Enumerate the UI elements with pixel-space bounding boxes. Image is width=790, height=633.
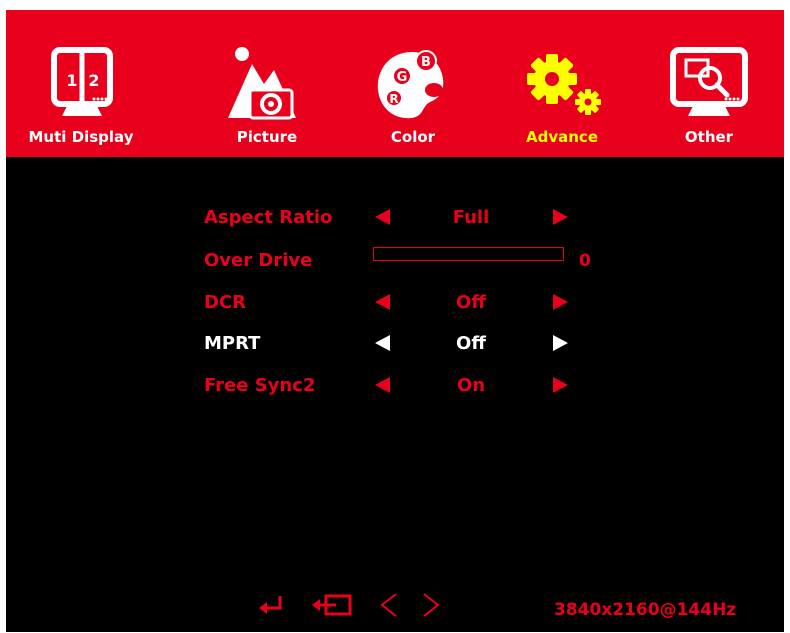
right-arrow-icon[interactable] [551, 329, 571, 359]
exit-icon[interactable] [310, 590, 356, 620]
setting-label: Aspect Ratio [204, 207, 333, 228]
color-palette-icon: B G R [377, 50, 444, 119]
left-arrow-icon[interactable] [372, 329, 392, 359]
tab-color[interactable]: B G R Color [338, 10, 488, 157]
setting-label: DCR [204, 292, 247, 313]
left-icon[interactable] [374, 590, 404, 620]
left-arrow-icon[interactable] [372, 371, 392, 401]
left-arrow-icon[interactable] [372, 288, 392, 318]
right-icon[interactable] [416, 590, 446, 620]
multi-display-icon: 1 2 [51, 47, 113, 116]
osd-menu: 1 2 Muti Display Picture B G R Color Adv… [6, 10, 784, 632]
tab-label: Color [390, 128, 436, 146]
tab-other[interactable]: Other [634, 10, 784, 157]
enter-icon[interactable] [256, 590, 286, 620]
tab-label: Picture [236, 128, 298, 146]
gears-icon [527, 54, 601, 115]
tab-multi-display[interactable]: 1 2 Muti Display [6, 10, 156, 157]
display-2-label: 2 [88, 71, 99, 90]
over-drive-slider[interactable] [373, 247, 564, 261]
right-arrow-icon[interactable] [551, 371, 571, 401]
right-arrow-icon[interactable] [551, 203, 571, 233]
resolution-status: 3840x2160@144Hz [554, 600, 737, 620]
picture-camera-icon [228, 47, 296, 120]
setting-value: On [456, 375, 486, 396]
blue-label: B [421, 55, 431, 70]
setting-label: MPRT [204, 333, 261, 354]
setting-mprt[interactable]: MPRT Off [6, 329, 784, 359]
setting-value: Full [452, 207, 490, 228]
tab-advance[interactable]: Advance [487, 10, 637, 157]
tab-label: Other [684, 128, 734, 146]
green-label: G [397, 70, 408, 85]
setting-dcr[interactable]: DCR Off [6, 288, 784, 318]
over-drive-value: 0 [579, 251, 591, 271]
tab-label: Advance [526, 128, 598, 146]
navigation-keys [246, 590, 456, 620]
setting-free-sync2[interactable]: Free Sync2 On [6, 371, 784, 401]
setting-value: Off [456, 333, 486, 354]
display-1-label: 1 [66, 71, 77, 90]
setting-label: Over Drive [204, 250, 313, 271]
right-arrow-icon[interactable] [551, 288, 571, 318]
red-label: R [389, 92, 398, 106]
menu-tab-bar: 1 2 Muti Display Picture B G R Color Adv… [6, 10, 784, 157]
tab-label: Muti Display [28, 128, 134, 146]
setting-aspect-ratio[interactable]: Aspect Ratio Full [6, 203, 784, 233]
setting-label: Free Sync2 [204, 375, 316, 396]
tab-picture[interactable]: Picture [192, 10, 342, 157]
monitor-search-icon [670, 47, 748, 116]
left-arrow-icon[interactable] [372, 203, 392, 233]
setting-value: Off [456, 292, 486, 313]
